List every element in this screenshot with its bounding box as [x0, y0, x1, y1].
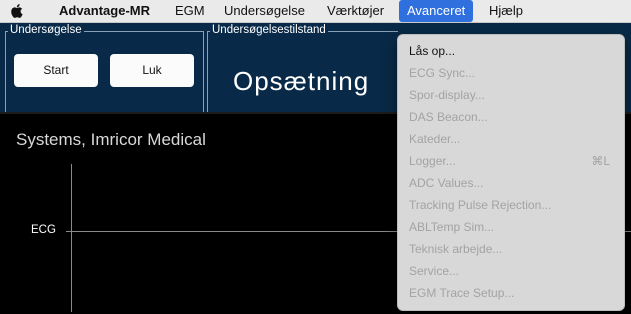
menu-undersogelse[interactable]: Undersøgelse [216, 0, 313, 22]
menu-vaerktojer[interactable]: Værktøjer [319, 0, 392, 22]
menu-avanceret[interactable]: Avanceret [399, 0, 474, 22]
menu-item-logger[interactable]: Logger... [409, 154, 456, 168]
state-value: Opsætning [233, 66, 370, 96]
menu-egm[interactable]: EGM [167, 0, 213, 22]
menu-item-unlock[interactable]: Lås op... [409, 44, 455, 58]
menu-item-technical-work[interactable]: Teknisk arbejde... [409, 242, 502, 256]
exam-group: Undersøgelse Start Luk [5, 24, 204, 113]
exam-group-label: Undersøgelse [8, 24, 84, 36]
avanceret-dropdown: Lås op... ECG Sync... Spor-display... DA… [397, 34, 625, 311]
state-group: Undersøgelsestilstand Opsætning [207, 24, 398, 113]
close-button[interactable]: Luk [110, 54, 194, 87]
ecg-label: ECG [31, 224, 56, 236]
menu-item-das-beacon[interactable]: DAS Beacon... [409, 110, 488, 124]
menu-hjaelp[interactable]: Hjælp [481, 0, 531, 22]
logger-shortcut: ⌘L [591, 154, 610, 168]
trace-axis-vertical [71, 164, 72, 312]
menu-item-tracking-pulse-rejection[interactable]: Tracking Pulse Rejection... [409, 198, 551, 212]
state-group-label: Undersøgelsestilstand [210, 24, 328, 36]
menu-item-egm-trace-setup[interactable]: EGM Trace Setup... [409, 286, 514, 300]
menu-item-catheters[interactable]: Kateder... [409, 132, 460, 146]
start-button[interactable]: Start [14, 54, 98, 87]
menu-item-track-display[interactable]: Spor-display... [409, 88, 485, 102]
system-title: Systems, Imricor Medical [16, 130, 206, 149]
menu-app-name[interactable]: Advantage-MR [51, 0, 158, 22]
apple-logo-icon[interactable] [10, 3, 24, 19]
menu-item-adc-values[interactable]: ADC Values... [409, 176, 483, 190]
menu-bar: Advantage-MR EGM Undersøgelse Værktøjer … [0, 0, 631, 23]
menu-item-service[interactable]: Service... [409, 264, 459, 278]
menu-item-ecg-sync[interactable]: ECG Sync... [409, 66, 475, 80]
menu-item-abltemp-sim[interactable]: ABLTemp Sim... [409, 220, 494, 234]
